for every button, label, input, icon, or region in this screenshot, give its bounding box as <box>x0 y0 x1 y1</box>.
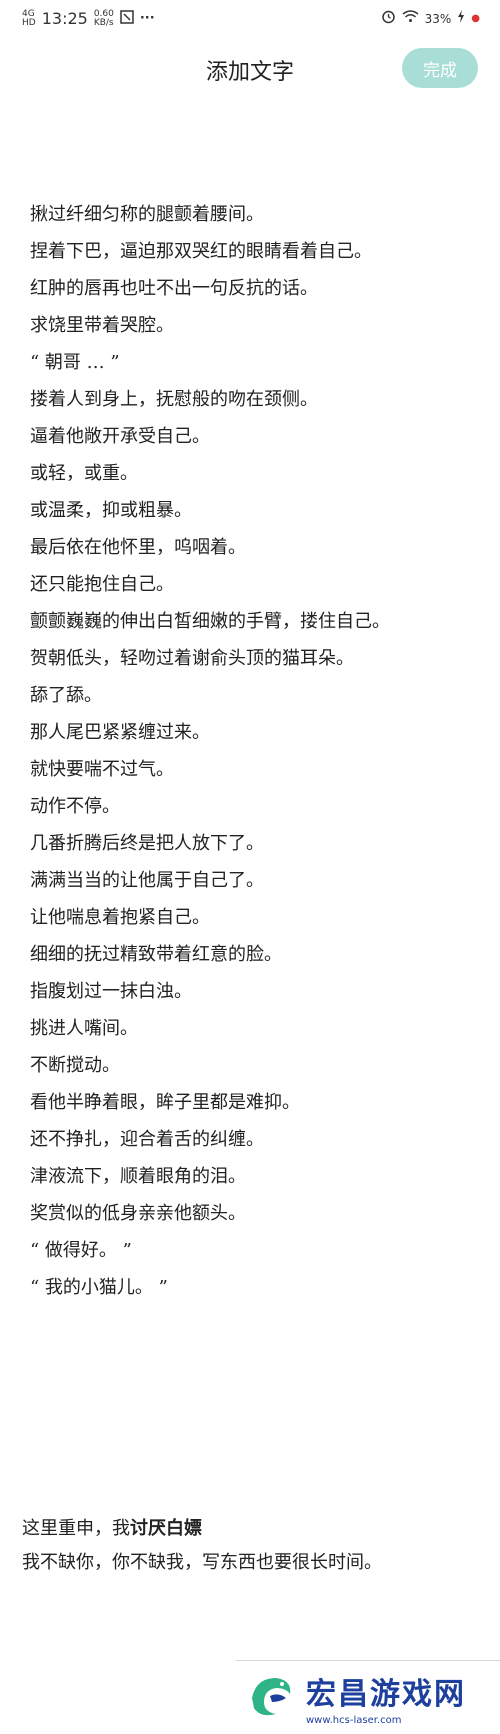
text-line: 就快要喘不过气。 <box>30 759 174 780</box>
status-right: 33% ● <box>381 9 480 28</box>
watermark-url: www.hcs-laser.com <box>306 1715 402 1726</box>
note-line-2: 我不缺你，你不缺我，写东西也要很长时间。 <box>22 1552 382 1573</box>
status-bar: 4G HD 13:25 0.60 KB/s ··· 33% ● <box>0 0 500 34</box>
wifi-icon <box>402 10 419 27</box>
notification-dot-icon: ● <box>471 13 480 24</box>
text-line: “ 做得好。 ” <box>30 1240 132 1261</box>
hd-badge: HD <box>22 17 36 28</box>
note-line-1: 这里重申，我讨厌白嫖 <box>22 1512 482 1546</box>
text-line: “ 我的小猫儿。 ” <box>30 1277 168 1298</box>
dragon-logo-icon <box>242 1668 298 1728</box>
more-icon: ··· <box>139 11 155 26</box>
text-line: 几番折腾后终是把人放下了。 <box>30 833 264 854</box>
text-line: 指腹划过一抹白浊。 <box>30 981 192 1002</box>
text-line: 那人尾巴紧紧缠过来。 <box>30 722 210 743</box>
notification-icon <box>120 9 134 28</box>
text-line: 求饶里带着哭腔。 <box>30 315 174 336</box>
done-button[interactable]: 完成 <box>402 48 478 88</box>
author-note: 这里重申，我讨厌白嫖 我不缺你，你不缺我，写东西也要很长时间。 <box>22 1512 482 1580</box>
text-line: 动作不停。 <box>30 796 120 817</box>
text-line: 搂着人到身上，抚慰般的吻在颈侧。 <box>30 389 318 410</box>
signal-icon: 4G HD <box>22 9 36 28</box>
text-line: 逼着他敞开承受自己。 <box>30 426 210 447</box>
text-line: 奖赏似的低身亲亲他额头。 <box>30 1203 246 1224</box>
status-left: 4G HD 13:25 0.60 KB/s ··· <box>22 9 155 28</box>
text-line: 或温柔，抑或粗暴。 <box>30 500 192 521</box>
text-content[interactable]: 揪过纤细匀称的腿颤着腰间。捏着下巴，逼迫那双哭红的眼睛看着自己。 红肿的唇再也吐不… <box>30 196 475 1306</box>
text-line: 颤颤巍巍的伸出白皙细嫩的手臂，搂住自己。 <box>30 611 390 632</box>
header: 添加文字 完成 <box>0 36 500 100</box>
charging-icon <box>457 10 465 27</box>
text-line: 不断搅动。 <box>30 1055 120 1076</box>
text-line: 细细的抚过精致带着红意的脸。 <box>30 944 282 965</box>
text-line: 捏着下巴，逼迫那双哭红的眼睛看着自己。 <box>30 241 372 262</box>
speed-unit: KB/s <box>93 17 114 28</box>
alarm-icon <box>381 9 396 28</box>
text-line: 贺朝低头，轻吻过着谢俞头顶的猫耳朵。 <box>30 648 354 669</box>
network-speed: 0.60 KB/s <box>93 9 114 28</box>
text-line: 最后依在他怀里，呜咽着。 <box>30 537 246 558</box>
text-line: 看他半睁着眼，眸子里都是难抑。 <box>30 1092 300 1113</box>
text-line: 津液流下，顺着眼角的泪。 <box>30 1166 246 1187</box>
text-line: 满满当当的让他属于自己了。 <box>30 870 264 891</box>
text-line: 让他喘息着抱紧自己。 <box>30 907 210 928</box>
text-line: 还只能抱住自己。 <box>30 574 174 595</box>
text-line: “ 朝哥 … ” <box>30 352 120 373</box>
text-line: 揪过纤细匀称的腿颤着腰间。 <box>30 204 264 225</box>
text-line: 挑进人嘴间。 <box>30 1018 138 1039</box>
battery-level: 33% <box>424 11 452 26</box>
text-line: 还不挣扎，迎合着舌的纠缠。 <box>30 1129 264 1150</box>
note-prefix: 这里重申，我 <box>22 1518 130 1539</box>
watermark-text: 宏昌游戏网 www.hcs-laser.com <box>306 1669 466 1726</box>
watermark: 宏昌游戏网 www.hcs-laser.com <box>236 1660 500 1734</box>
clock-time: 13:25 <box>41 9 88 28</box>
note-bold: 讨厌白嫖 <box>130 1518 202 1539</box>
watermark-title: 宏昌游戏网 <box>306 1677 466 1712</box>
text-line: 红肿的唇再也吐不出一句反抗的话。 <box>30 278 318 299</box>
text-line: 舔了舔。 <box>30 685 102 706</box>
text-line: 或轻，或重。 <box>30 463 138 484</box>
